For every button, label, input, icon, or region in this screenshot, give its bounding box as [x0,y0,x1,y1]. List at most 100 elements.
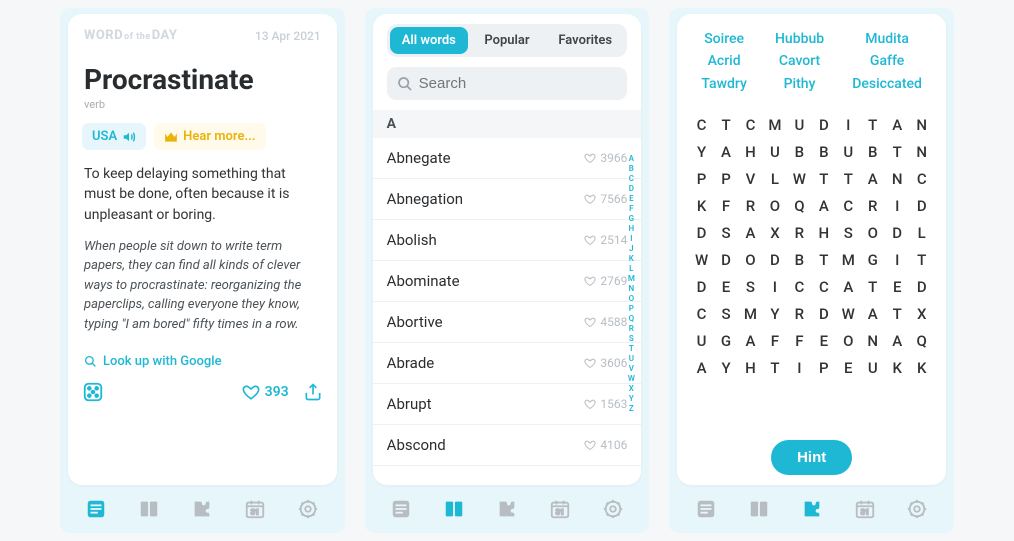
grid-cell[interactable]: O [836,327,860,354]
grid-cell[interactable]: A [861,165,885,192]
grid-cell[interactable]: P [812,354,836,381]
grid-cell[interactable]: D [909,192,934,219]
alpha-N[interactable]: N [625,284,637,294]
grid-cell[interactable]: D [885,219,909,246]
alpha-Z[interactable]: Z [625,404,637,414]
grid-cell[interactable]: P [689,165,713,192]
grid-cell[interactable]: U [861,354,885,381]
grid-cell[interactable]: Y [763,300,787,327]
grid-cell[interactable]: T [885,300,909,327]
grid-cell[interactable]: M [738,300,762,327]
grid-cell[interactable]: A [885,327,909,354]
grid-cell[interactable]: B [787,138,811,165]
grid-cell[interactable]: A [738,219,762,246]
grid-cell[interactable]: X [909,300,934,327]
grid-cell[interactable]: A [738,327,762,354]
grid-cell[interactable]: R [861,192,885,219]
alpha-X[interactable]: X [625,384,637,394]
grid-cell[interactable]: U [787,111,811,138]
alpha-B[interactable]: B [625,164,637,174]
tab-wod[interactable] [390,498,412,520]
grid-cell[interactable]: K [689,192,713,219]
grid-cell[interactable]: W [689,246,713,273]
alpha-S[interactable]: S [625,334,637,344]
tab-calendar[interactable]: 31 [549,498,571,520]
alpha-index-rail[interactable]: ABCDEFGHIJKLMNOPQRSTUVWXYZ [625,154,637,465]
grid-cell[interactable]: T [714,111,738,138]
grid-cell[interactable]: A [714,138,738,165]
word-like[interactable]: 2769 [584,274,627,288]
grid-cell[interactable]: A [861,300,885,327]
word-like[interactable]: 3966 [584,151,627,165]
word-like[interactable]: 1563 [584,397,627,411]
grid-cell[interactable]: D [909,273,934,300]
grid-cell[interactable]: K [909,354,934,381]
grid-cell[interactable]: U [689,327,713,354]
alpha-J[interactable]: J [625,244,637,254]
grid-cell[interactable]: D [763,246,787,273]
grid-cell[interactable]: D [812,111,836,138]
grid-cell[interactable]: T [861,111,885,138]
word-row[interactable]: Abrade3606 [373,343,642,384]
grid-cell[interactable]: C [787,273,811,300]
grid-cell[interactable]: L [909,219,934,246]
tab-settings[interactable] [602,498,624,520]
search-field[interactable] [387,67,628,100]
grid-cell[interactable]: O [763,192,787,219]
word-row[interactable]: Abnegation7566 [373,179,642,220]
word-row[interactable]: Abominate2769 [373,261,642,302]
grid-cell[interactable]: C [738,111,762,138]
alpha-K[interactable]: K [625,254,637,264]
grid-cell[interactable]: P [714,165,738,192]
tab-dictionary[interactable] [748,498,770,520]
segment-favorites[interactable]: Favorites [546,27,624,54]
dice-button[interactable] [82,381,104,403]
alpha-O[interactable]: O [625,294,637,304]
grid-cell[interactable]: Q [787,192,811,219]
grid-cell[interactable]: F [714,192,738,219]
grid-cell[interactable]: O [738,246,762,273]
alpha-A[interactable]: A [625,154,637,164]
grid-cell[interactable]: I [763,273,787,300]
grid-cell[interactable]: O [861,219,885,246]
grid-cell[interactable]: S [836,219,860,246]
alpha-G[interactable]: G [625,214,637,224]
grid-cell[interactable]: M [836,246,860,273]
grid-cell[interactable]: F [763,327,787,354]
hint-button[interactable]: Hint [771,440,852,475]
tab-wod[interactable] [85,498,107,520]
grid-cell[interactable]: H [738,354,762,381]
grid-cell[interactable]: N [885,165,909,192]
alpha-F[interactable]: F [625,204,637,214]
grid-cell[interactable]: F [787,327,811,354]
alpha-C[interactable]: C [625,174,637,184]
grid-cell[interactable]: E [836,354,860,381]
grid-cell[interactable]: T [812,246,836,273]
grid-cell[interactable]: C [909,165,934,192]
grid-cell[interactable]: H [738,138,762,165]
segment-popular[interactable]: Popular [468,27,546,54]
grid-cell[interactable]: R [738,192,762,219]
grid-cell[interactable]: X [763,219,787,246]
grid-cell[interactable]: U [763,138,787,165]
grid-cell[interactable]: L [763,165,787,192]
grid-cell[interactable]: Y [714,354,738,381]
grid-cell[interactable]: E [714,273,738,300]
grid-cell[interactable]: I [885,246,909,273]
grid-cell[interactable]: C [812,273,836,300]
alpha-E[interactable]: E [625,194,637,204]
word-row[interactable]: Abnegate3966 [373,138,642,179]
grid-cell[interactable]: T [812,165,836,192]
grid-cell[interactable]: B [812,138,836,165]
grid-cell[interactable]: R [787,219,811,246]
grid-cell[interactable]: I [836,111,860,138]
word-like[interactable]: 4588 [584,315,627,329]
grid-cell[interactable]: T [885,138,909,165]
share-button[interactable] [303,382,323,402]
grid-cell[interactable]: G [714,327,738,354]
grid-cell[interactable]: I [885,192,909,219]
word-like[interactable]: 7566 [584,192,627,206]
grid-cell[interactable]: D [714,246,738,273]
alpha-W[interactable]: W [625,374,637,384]
grid-cell[interactable]: H [812,219,836,246]
